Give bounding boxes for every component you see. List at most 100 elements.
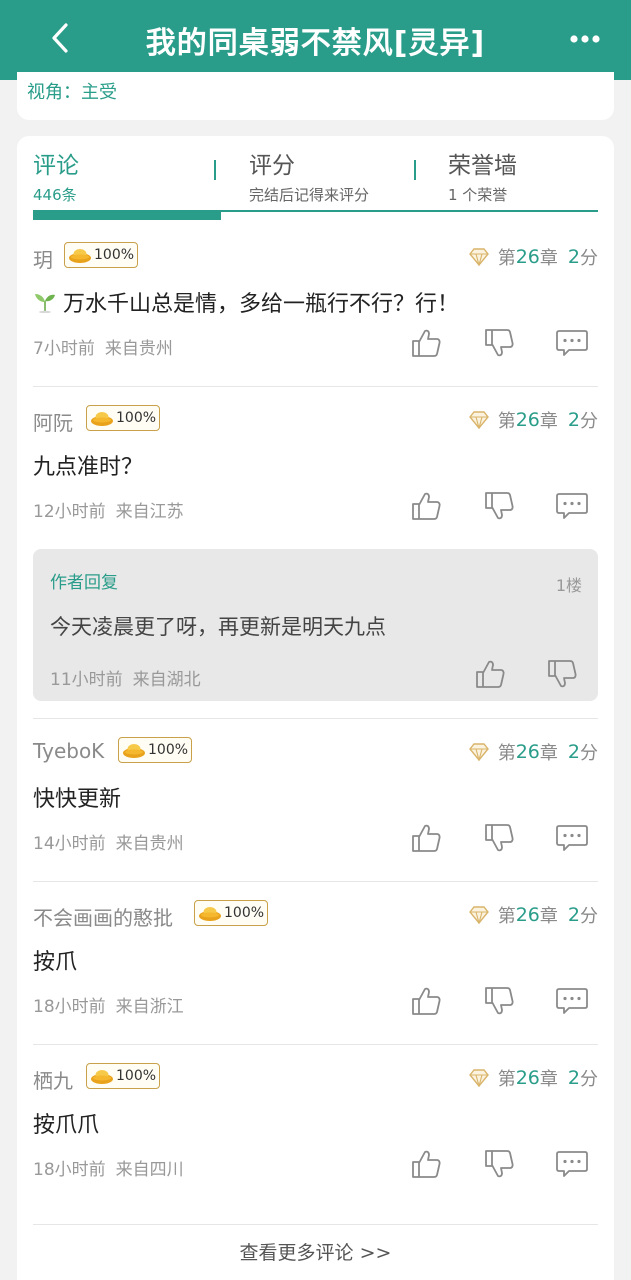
comment-meta: 7小时前 来自贵州 <box>33 334 173 359</box>
comment-icon <box>556 330 588 356</box>
tab-active-indicator <box>33 210 221 220</box>
score-number: 2 <box>567 741 580 763</box>
thumb-down-icon <box>485 987 514 1015</box>
badge-percent: 100% <box>116 1068 157 1084</box>
tab-separator <box>414 160 416 180</box>
dislike-button[interactable] <box>481 821 517 855</box>
comment-meta: 18小时前 来自四川 <box>33 1155 184 1180</box>
comment-username[interactable]: TyeboK <box>33 739 104 763</box>
sprout-icon <box>35 294 55 313</box>
comment-location: 来自浙江 <box>115 997 184 1017</box>
reply-button[interactable] <box>554 326 590 360</box>
page-title: 我的同桌弱不禁风[灵异] <box>145 26 486 61</box>
divider <box>33 718 598 719</box>
comment-icon <box>556 1151 588 1177</box>
comment-body: 按爪 <box>33 950 78 975</box>
tab-separator <box>214 160 216 180</box>
comment-actions <box>408 489 590 523</box>
chapter-number: 26 <box>515 1067 540 1089</box>
back-button[interactable] <box>42 18 78 58</box>
tab-honor-wall[interactable]: 荣誉墙 1 个荣誉 <box>448 146 517 205</box>
reply-button[interactable] <box>554 1147 590 1181</box>
comment-meta: 18小时前 来自浙江 <box>33 992 184 1017</box>
thumb-up-icon <box>412 824 441 852</box>
comment-actions <box>408 984 590 1018</box>
author-reply: 作者回复 1楼 今天凌晨更了呀，再更新是明天九点 11小时前 来自湖北 <box>33 549 598 701</box>
comment-meta: 12小时前 来自江苏 <box>33 497 184 522</box>
score-number: 2 <box>567 904 580 926</box>
back-arrow-icon <box>52 23 68 53</box>
badge-percent: 100% <box>148 742 189 758</box>
thumb-down-icon <box>485 329 514 357</box>
comment-username[interactable]: 玥 <box>33 244 53 273</box>
like-button[interactable] <box>408 489 444 523</box>
chapter-suffix: 章 <box>539 1069 558 1090</box>
badge-percent: 100% <box>94 247 135 263</box>
comment-username[interactable]: 不会画画的憨批 <box>33 902 173 931</box>
thumb-down-icon <box>485 492 514 520</box>
dislike-button[interactable] <box>481 326 517 360</box>
pov-label: 视角：主受 <box>27 82 117 103</box>
comment-time: 14小时前 <box>33 834 106 854</box>
thumb-down-icon <box>548 660 577 688</box>
chapter-score: 第 26 章 2分 <box>468 739 598 765</box>
comment-icon <box>556 825 588 851</box>
tab-honor-sub: 1 个荣誉 <box>448 186 508 204</box>
diamond-icon <box>468 1069 489 1087</box>
comment-text: 九点准时？ <box>33 449 143 481</box>
dislike-button[interactable] <box>481 489 517 523</box>
score-unit: 分 <box>580 248 598 269</box>
like-button[interactable] <box>472 657 508 691</box>
comment-actions <box>408 326 590 360</box>
diamond-icon <box>468 743 489 761</box>
chapter-number: 26 <box>515 904 540 926</box>
gold-ingot-icon <box>91 412 113 426</box>
like-button[interactable] <box>408 821 444 855</box>
thumb-up-icon <box>412 987 441 1015</box>
thumb-down-icon <box>485 824 514 852</box>
like-button[interactable] <box>408 1147 444 1181</box>
reply-time: 11小时前 <box>50 670 123 690</box>
fan-badge: 100% <box>118 737 192 763</box>
chapter-number: 26 <box>515 741 540 763</box>
tab-rating-label: 评分 <box>249 153 295 179</box>
chapter-prefix: 第 <box>497 743 516 764</box>
reply-button[interactable] <box>554 984 590 1018</box>
score-unit: 分 <box>580 1069 598 1090</box>
chapter-prefix: 第 <box>497 248 516 269</box>
thumb-up-icon <box>412 329 441 357</box>
tab-rating[interactable]: 评分 完结后记得来评分 <box>249 146 369 205</box>
tab-bar: 评论 446条 评分 完结后记得来评分 荣誉墙 1 个荣誉 <box>33 136 598 222</box>
comment-username[interactable]: 阿阮 <box>33 407 73 436</box>
view-more-comments-link[interactable]: 查看更多评论 >> <box>17 1238 614 1265</box>
dislike-button[interactable] <box>481 984 517 1018</box>
score-unit: 分 <box>580 906 598 927</box>
tab-comments[interactable]: 评论 446条 <box>33 146 79 205</box>
dislike-button[interactable] <box>544 657 580 691</box>
dislike-button[interactable] <box>481 1147 517 1181</box>
chapter-prefix: 第 <box>497 906 516 927</box>
reply-meta: 11小时前 来自湖北 <box>50 665 201 690</box>
reply-button[interactable] <box>554 821 590 855</box>
fan-badge: 100% <box>194 900 268 926</box>
comment-location: 来自四川 <box>115 1160 184 1180</box>
diamond-icon <box>468 906 489 924</box>
diamond-icon <box>468 411 489 429</box>
like-button[interactable] <box>408 326 444 360</box>
comment-meta: 14小时前 来自贵州 <box>33 829 184 854</box>
score-number: 2 <box>567 409 580 431</box>
comment-text: 快快更新 <box>33 781 121 813</box>
like-button[interactable] <box>408 984 444 1018</box>
more-button[interactable] <box>567 22 603 56</box>
top-bar: 我的同桌弱不禁风[灵异] <box>0 0 631 80</box>
comment-icon <box>556 493 588 519</box>
comment-username[interactable]: 栖九 <box>33 1065 73 1094</box>
score-number: 2 <box>567 1067 580 1089</box>
comment-body: 按爪爪 <box>33 1113 100 1138</box>
comment-location: 来自江苏 <box>115 502 184 522</box>
chapter-suffix: 章 <box>539 248 558 269</box>
reply-button[interactable] <box>554 489 590 523</box>
comment-actions <box>408 1147 590 1181</box>
author-reply-title: 作者回复 <box>50 573 118 593</box>
comment-location: 来自贵州 <box>115 834 184 854</box>
